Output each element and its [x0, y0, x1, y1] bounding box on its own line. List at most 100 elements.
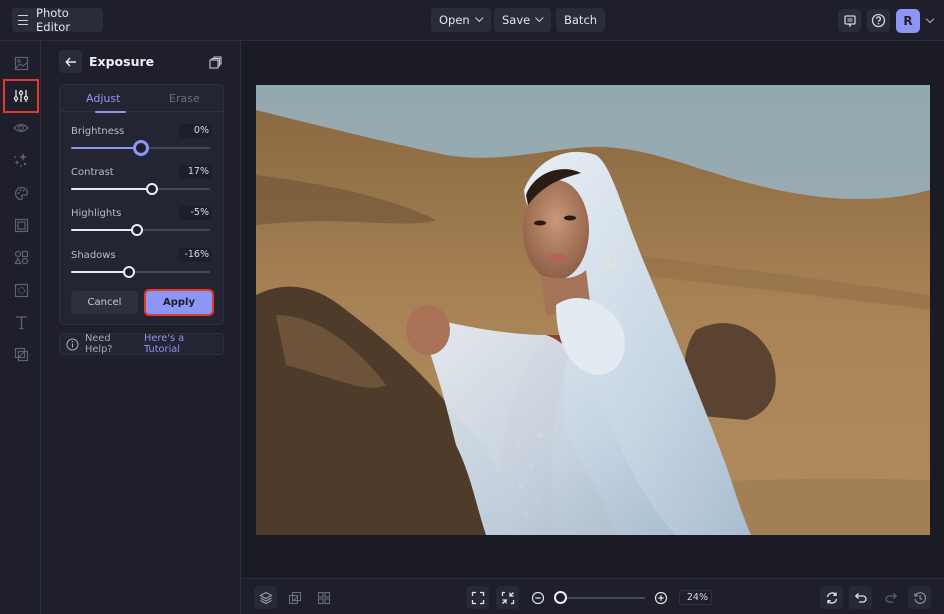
- app-title: Photo Editor: [36, 6, 71, 34]
- user-avatar[interactable]: R: [896, 9, 920, 33]
- redo-icon: [884, 592, 897, 603]
- compare-icon: [209, 56, 222, 69]
- open-label: Open: [439, 13, 470, 27]
- panel-title: Exposure: [89, 54, 155, 69]
- undo-button[interactable]: [849, 586, 872, 609]
- help-icon: [871, 13, 886, 28]
- tab-erase[interactable]: Erase: [169, 92, 200, 105]
- shadows-slider-row: Shadows -16%: [71, 248, 212, 288]
- shadows-slider[interactable]: [71, 266, 210, 278]
- rail-item-view[interactable]: [4, 112, 38, 144]
- save-menu-button[interactable]: Save: [494, 8, 552, 32]
- rail-item-frames[interactable]: [4, 209, 38, 241]
- tutorial-link[interactable]: Here's a Tutorial: [144, 333, 223, 355]
- active-tab-indicator: [95, 111, 126, 113]
- brightness-slider[interactable]: [71, 140, 210, 156]
- rail-item-textures[interactable]: [4, 274, 38, 306]
- feedback-button[interactable]: [838, 9, 861, 32]
- chevron-down-icon: [535, 13, 544, 23]
- compare-button[interactable]: [209, 54, 222, 73]
- zoom-slider[interactable]: [560, 597, 645, 599]
- apply-button[interactable]: Apply: [144, 289, 214, 316]
- shadows-slider-fill: [71, 271, 130, 273]
- help-text: Need Help?: [84, 333, 113, 355]
- batch-button[interactable]: Batch: [556, 8, 606, 32]
- rail-item-adjust[interactable]: [3, 79, 39, 113]
- contrast-slider[interactable]: [71, 183, 210, 195]
- contrast-value[interactable]: 17%: [179, 165, 212, 179]
- rail-item-graphics[interactable]: [4, 241, 38, 273]
- grid-view-button[interactable]: [312, 586, 335, 609]
- zoom-slider-thumb[interactable]: [554, 591, 567, 604]
- highlights-value[interactable]: -5%: [179, 206, 212, 220]
- chevron-down-icon: [474, 13, 484, 23]
- back-button[interactable]: [59, 50, 82, 73]
- photo-canvas[interactable]: [256, 85, 930, 535]
- brightness-slider-fill: [71, 147, 141, 149]
- shadows-slider-thumb[interactable]: [123, 266, 136, 278]
- help-tutorial-box: Need Help? Here's a Tutorial: [59, 333, 224, 355]
- save-label: Save: [502, 13, 531, 27]
- zoom-in-button[interactable]: [649, 586, 672, 609]
- contrast-slider-row: Contrast 17%: [71, 165, 212, 205]
- canvas-area: [242, 41, 944, 578]
- image-icon: [14, 56, 28, 70]
- grid-icon: [317, 591, 330, 604]
- tool-rail: [0, 41, 41, 614]
- history-button[interactable]: [908, 586, 931, 609]
- cancel-button[interactable]: Cancel: [71, 291, 138, 314]
- layers-icon: [258, 591, 273, 604]
- rail-item-text[interactable]: [4, 306, 38, 338]
- fist: [406, 305, 450, 355]
- exposure-panel: Exposure Adjust Erase Brightness 0% Cont…: [42, 41, 241, 614]
- highlights-slider[interactable]: [71, 224, 210, 236]
- highlights-slider-fill: [71, 229, 138, 231]
- undo-icon: [854, 592, 867, 603]
- zoom-in-icon: [654, 591, 667, 604]
- frame-icon: [14, 218, 28, 232]
- shrink-icon: [501, 591, 514, 604]
- zoom-out-button[interactable]: [526, 586, 549, 609]
- open-menu-button[interactable]: Open: [431, 8, 491, 32]
- bottom-toolbar: 24%: [242, 578, 944, 614]
- tab-adjust[interactable]: Adjust: [86, 92, 120, 105]
- main-menu-button[interactable]: Photo Editor: [12, 6, 103, 34]
- reset-button[interactable]: [820, 586, 843, 609]
- brightness-slider-thumb[interactable]: [132, 140, 149, 156]
- overlay-icon: [14, 347, 28, 361]
- rail-item-image[interactable]: [4, 47, 38, 79]
- refresh-icon: [826, 591, 837, 604]
- tab-bar: Adjust Erase: [60, 85, 223, 113]
- shadows-label: Shadows: [71, 250, 116, 261]
- palette-icon: [14, 186, 28, 200]
- history-icon: [913, 591, 926, 604]
- eye-icon: [13, 123, 29, 133]
- contrast-label: Contrast: [71, 167, 114, 178]
- contrast-slider-thumb[interactable]: [146, 183, 159, 195]
- shadows-value[interactable]: -16%: [179, 248, 212, 262]
- highlights-slider-row: Highlights -5%: [71, 206, 212, 246]
- info-icon: [66, 338, 79, 350]
- actual-size-button[interactable]: [496, 586, 519, 609]
- zoom-level-input[interactable]: 24%: [679, 590, 712, 605]
- eye-right: [564, 215, 576, 221]
- texture-icon: [14, 283, 28, 297]
- rail-item-effects[interactable]: [4, 144, 38, 176]
- compare-view-button[interactable]: [283, 586, 306, 609]
- fit-to-screen-button[interactable]: [466, 586, 489, 609]
- account-chevron-down-icon[interactable]: [925, 14, 935, 24]
- help-button[interactable]: [867, 9, 890, 32]
- redo-button[interactable]: [879, 586, 902, 609]
- brightness-value[interactable]: 0%: [179, 124, 212, 138]
- top-bar: Photo Editor Open Save Batch R: [0, 0, 944, 41]
- rail-item-artsy[interactable]: [4, 177, 38, 209]
- sparkle-icon: [14, 153, 27, 167]
- text-icon: [15, 315, 27, 329]
- shapes-icon: [13, 250, 28, 264]
- highlights-slider-thumb[interactable]: [131, 224, 144, 236]
- brightness-label: Brightness: [71, 126, 125, 137]
- rail-item-overlays[interactable]: [4, 338, 38, 370]
- zoom-out-icon: [531, 591, 544, 604]
- adjust-card: Adjust Erase Brightness 0% Contrast 17% …: [59, 84, 224, 325]
- layers-button[interactable]: [254, 586, 277, 609]
